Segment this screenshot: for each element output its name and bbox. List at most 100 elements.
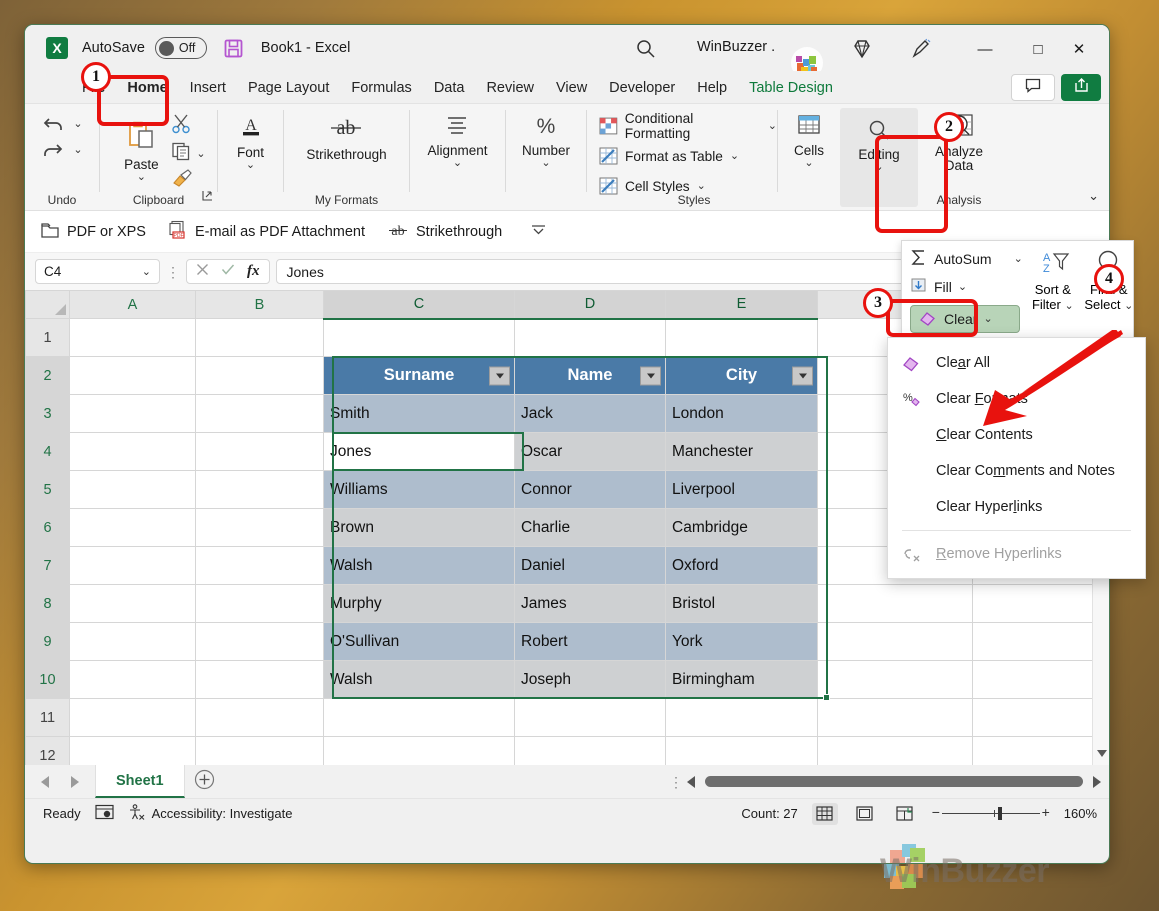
- tab-help[interactable]: Help: [686, 80, 738, 103]
- zoom-out-button[interactable]: −: [932, 804, 940, 820]
- cell-d8[interactable]: James: [514, 584, 666, 623]
- comments-button[interactable]: [1011, 74, 1055, 101]
- conditional-formatting-button[interactable]: Conditional Formatting ⌄: [599, 111, 777, 141]
- cell-g11[interactable]: [972, 698, 1099, 737]
- sort-and-filter-button[interactable]: AZ Sort & Filter ⌄: [1027, 249, 1079, 333]
- undo-chevron-down-icon[interactable]: ⌄: [73, 119, 82, 130]
- name-box-chevron-down-icon[interactable]: ⌄: [142, 266, 151, 277]
- undo-button[interactable]: ⌄: [41, 114, 83, 134]
- cell-e5[interactable]: Liverpool: [665, 470, 818, 509]
- cell-styles-chevron-down-icon[interactable]: ⌄: [697, 181, 706, 192]
- cell-a7[interactable]: [69, 546, 196, 585]
- row-header-12[interactable]: 12: [25, 736, 70, 765]
- cell-c1[interactable]: [323, 318, 515, 357]
- editing-chevron-down-icon[interactable]: ⌄: [874, 162, 883, 173]
- zoom-in-button[interactable]: +: [1042, 804, 1050, 820]
- cell-b11[interactable]: [195, 698, 324, 737]
- cell-f8[interactable]: [817, 584, 973, 623]
- cell-d6[interactable]: Charlie: [514, 508, 666, 547]
- maximize-button[interactable]: □: [1016, 34, 1060, 64]
- add-sheet-button[interactable]: [185, 765, 225, 798]
- conditional-formatting-chevron-down-icon[interactable]: ⌄: [768, 121, 777, 132]
- save-icon[interactable]: [223, 38, 244, 59]
- toolbar-overflow-button[interactable]: [530, 223, 547, 240]
- cell-e4[interactable]: Manchester: [665, 432, 818, 471]
- cell-a2[interactable]: [69, 356, 196, 395]
- number-chevron-down-icon[interactable]: ⌄: [541, 158, 550, 169]
- row-header-6[interactable]: 6: [25, 508, 70, 547]
- format-painter-icon[interactable]: [171, 169, 205, 193]
- page-layout-view-icon[interactable]: [852, 803, 878, 825]
- selection-fill-handle[interactable]: [823, 694, 830, 701]
- horizontal-scrollbar-thumb[interactable]: [705, 776, 1083, 787]
- clipboard-dialog-launcher-icon[interactable]: [202, 188, 213, 206]
- cell-a10[interactable]: [69, 660, 196, 699]
- paste-chevron-down-icon[interactable]: ⌄: [137, 172, 146, 183]
- cell-a1[interactable]: [69, 318, 196, 357]
- cell-a11[interactable]: [69, 698, 196, 737]
- close-button[interactable]: ✕: [1057, 34, 1101, 64]
- toolbar-strikethrough-button[interactable]: ab Strikethrough: [387, 222, 502, 242]
- cell-a5[interactable]: [69, 470, 196, 509]
- cell-g12[interactable]: [972, 736, 1099, 765]
- cell-e8[interactable]: Bristol: [665, 584, 818, 623]
- cell-c11[interactable]: [323, 698, 515, 737]
- cell-d4[interactable]: Oscar: [514, 432, 666, 471]
- cell-c3[interactable]: Smith: [323, 394, 515, 433]
- copy-chevron-down-icon[interactable]: ⌄: [196, 149, 205, 160]
- cell-c7[interactable]: Walsh: [323, 546, 515, 585]
- cell-c12[interactable]: [323, 736, 515, 765]
- pdf-or-xps-button[interactable]: PDF or XPS: [40, 221, 146, 243]
- tab-view[interactable]: View: [545, 80, 598, 103]
- tab-review[interactable]: Review: [475, 80, 545, 103]
- row-header-7[interactable]: 7: [25, 546, 70, 585]
- table-header-name[interactable]: Name: [514, 356, 666, 395]
- cell-c8[interactable]: Murphy: [323, 584, 515, 623]
- cell-b7[interactable]: [195, 546, 324, 585]
- cell-d11[interactable]: [514, 698, 666, 737]
- row-header-10[interactable]: 10: [25, 660, 70, 699]
- alignment-chevron-down-icon[interactable]: ⌄: [453, 158, 462, 169]
- cell-e6[interactable]: Cambridge: [665, 508, 818, 547]
- row-header-4[interactable]: 4: [25, 432, 70, 471]
- cell-d1[interactable]: [514, 318, 666, 357]
- cell-a4[interactable]: [69, 432, 196, 471]
- menu-item-clear-hyperlinks[interactable]: Clear Hyperlinks: [888, 489, 1145, 525]
- table-header-surname[interactable]: Surname: [323, 356, 515, 395]
- cell-d5[interactable]: Connor: [514, 470, 666, 509]
- menu-item-clear-contents[interactable]: Clear Contents: [888, 417, 1145, 453]
- fx-label[interactable]: fx: [247, 263, 260, 280]
- ribbon-group-editing[interactable]: Editing ⌄: [840, 108, 918, 207]
- tab-table-design[interactable]: Table Design: [738, 80, 844, 103]
- cell-e1[interactable]: [665, 318, 818, 357]
- editing-button[interactable]: Editing ⌄: [858, 108, 900, 173]
- search-icon[interactable]: [635, 38, 657, 65]
- cell-c9[interactable]: O'Sullivan: [323, 622, 515, 661]
- font-button[interactable]: A Font ⌄: [236, 104, 266, 171]
- cell-d7[interactable]: Daniel: [514, 546, 666, 585]
- cell-c4[interactable]: Jones: [323, 432, 515, 471]
- column-header-d[interactable]: D: [514, 290, 666, 320]
- cell-e10[interactable]: Birmingham: [665, 660, 818, 699]
- filter-dropdown-icon-surname[interactable]: [489, 366, 510, 385]
- filter-dropdown-icon-name[interactable]: [640, 366, 661, 385]
- cell-g9[interactable]: [972, 622, 1099, 661]
- format-as-table-button[interactable]: Format as Table ⌄: [599, 143, 777, 169]
- hscroll-left-arrow-icon[interactable]: [687, 775, 695, 788]
- cell-c5[interactable]: Williams: [323, 470, 515, 509]
- select-all-corner[interactable]: [25, 290, 70, 319]
- cell-b8[interactable]: [195, 584, 324, 623]
- cell-b2[interactable]: [195, 356, 324, 395]
- strikethrough-button[interactable]: ab Strikethrough: [306, 104, 386, 162]
- cell-e7[interactable]: Oxford: [665, 546, 818, 585]
- table-header-city[interactable]: City: [665, 356, 818, 395]
- cell-e12[interactable]: [665, 736, 818, 765]
- zoom-handle[interactable]: [997, 807, 1002, 820]
- cell-b6[interactable]: [195, 508, 324, 547]
- scroll-down-arrow-icon[interactable]: [1097, 750, 1107, 757]
- menu-item-clear-comments-and-notes[interactable]: Clear Comments and Notes: [888, 453, 1145, 489]
- filter-dropdown-icon-city[interactable]: [792, 366, 813, 385]
- cell-e9[interactable]: York: [665, 622, 818, 661]
- cell-f9[interactable]: [817, 622, 973, 661]
- column-header-c[interactable]: C: [323, 290, 515, 320]
